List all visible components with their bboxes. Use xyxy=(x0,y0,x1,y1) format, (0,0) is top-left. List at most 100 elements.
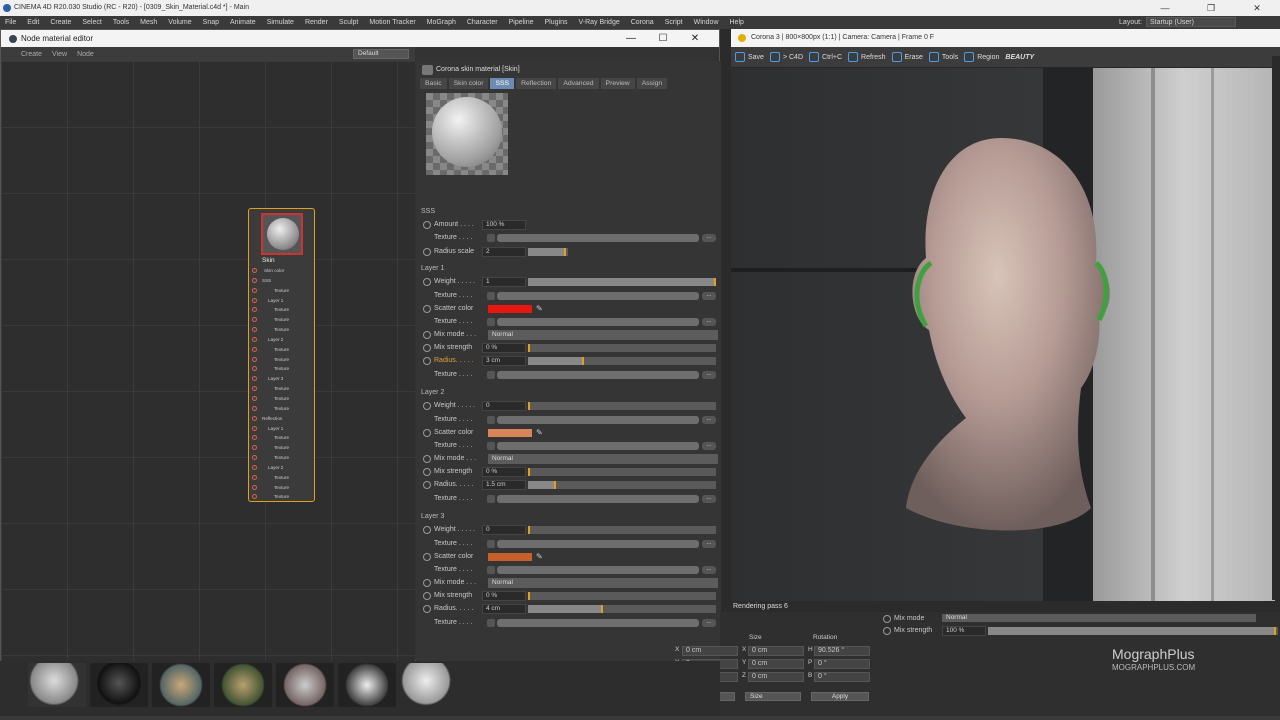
layer3-texture-toggle[interactable] xyxy=(487,619,495,627)
layer3-scatter-color-swatch[interactable] xyxy=(488,553,532,561)
node-editor-close-button[interactable]: ✕ xyxy=(679,30,711,47)
render-tool-c4d[interactable]: > C4D xyxy=(769,52,803,62)
menu-window[interactable]: Window xyxy=(694,19,719,26)
layer1-mix-strength-field[interactable]: 0 % xyxy=(482,343,526,353)
layer2-mix-mode-dropdown[interactable]: Normal xyxy=(488,454,718,464)
layer1-texture-toggle[interactable] xyxy=(487,371,495,379)
menu-v-ray-bridge[interactable]: V-Ray Bridge xyxy=(578,19,619,26)
layer2-texture-toggle[interactable] xyxy=(487,442,495,450)
layer3-texture-browse-button[interactable]: ... xyxy=(702,566,716,574)
layer2-texture-browse-button[interactable]: ... xyxy=(702,442,716,450)
port-connector-icon[interactable] xyxy=(252,297,257,303)
layer1-mix-strength-slider[interactable] xyxy=(528,344,716,352)
material-thumb-4[interactable] xyxy=(214,663,272,707)
lower-mix-strength-field[interactable]: 100 % xyxy=(942,626,986,636)
menu-node[interactable]: Node xyxy=(77,51,94,58)
port-connector-icon[interactable] xyxy=(252,287,257,293)
port-connector-icon[interactable] xyxy=(252,356,257,362)
layer1-texture-toggle[interactable] xyxy=(487,318,495,326)
layer2-scatter-animate-icon[interactable] xyxy=(423,429,431,437)
menu-view[interactable]: View xyxy=(52,51,67,58)
menu-create[interactable]: Create xyxy=(21,51,42,58)
layer1-texture-slot[interactable] xyxy=(497,292,699,300)
port-connector-icon[interactable] xyxy=(252,268,257,273)
menu-simulate[interactable]: Simulate xyxy=(267,19,294,26)
layer1-mixstr-animate-icon[interactable] xyxy=(423,344,431,352)
layer3-mix-strength-slider[interactable] xyxy=(528,592,716,600)
layer2-radius-animate-icon[interactable] xyxy=(423,481,431,489)
lower-mix-mode-dropdown[interactable]: Normal xyxy=(942,614,1256,622)
port-connector-icon[interactable] xyxy=(252,366,257,372)
layer2-mixstr-animate-icon[interactable] xyxy=(423,468,431,476)
tab-skin-color[interactable]: Skin color xyxy=(448,78,489,89)
menu-corona[interactable]: Corona xyxy=(631,19,654,26)
menu-script[interactable]: Script xyxy=(665,19,683,26)
layer2-texture-browse-button[interactable]: ... xyxy=(702,416,716,424)
layer1-weight-animate-icon[interactable] xyxy=(423,278,431,286)
coord-rotation-field[interactable]: 90.526 ° xyxy=(814,646,870,656)
lower-mix-strength-slider[interactable] xyxy=(988,627,1278,635)
layer2-eyedropper-icon[interactable]: ✎ xyxy=(536,428,543,437)
port-connector-icon[interactable] xyxy=(252,425,257,431)
render-tool-erase[interactable]: Erase xyxy=(891,52,923,62)
layer1-texture-browse-button[interactable]: ... xyxy=(702,318,716,326)
layer2-radius-slider[interactable] xyxy=(528,481,716,489)
layer2-weight-slider[interactable] xyxy=(528,402,716,410)
port-connector-icon[interactable] xyxy=(252,484,257,490)
menu-plugins[interactable]: Plugins xyxy=(545,19,568,26)
layer1-texture-toggle[interactable] xyxy=(487,292,495,300)
close-button[interactable]: ✕ xyxy=(1234,0,1280,16)
layer1-scatter-color-swatch[interactable] xyxy=(488,305,532,313)
layer1-radius-animate-icon[interactable] xyxy=(423,357,431,365)
render-tool-region[interactable]: Region xyxy=(964,52,999,62)
radius-scale-slider[interactable] xyxy=(528,248,568,256)
layer3-mixmode-animate-icon[interactable] xyxy=(423,579,431,587)
layer3-texture-browse-button[interactable]: ... xyxy=(702,540,716,548)
menu-mograph[interactable]: MoGraph xyxy=(427,19,456,26)
layer1-eyedropper-icon[interactable]: ✎ xyxy=(536,304,543,313)
material-thumb-5[interactable] xyxy=(276,663,334,707)
port-connector-icon[interactable] xyxy=(252,415,257,421)
layer3-mix-strength-field[interactable]: 0 % xyxy=(482,591,526,601)
node-editor-maximize-button[interactable]: ☐ xyxy=(647,30,679,47)
layer3-texture-toggle[interactable] xyxy=(487,566,495,574)
coord-size-field[interactable]: 0 cm xyxy=(748,646,804,656)
sss-texture-slot[interactable] xyxy=(497,234,699,242)
material-thumb-6[interactable] xyxy=(338,663,396,707)
amount-animate-icon[interactable] xyxy=(423,221,431,229)
menu-snap[interactable]: Snap xyxy=(203,19,219,26)
layer3-radius-field[interactable]: 4 cm xyxy=(482,604,526,614)
tab-sss[interactable]: SSS xyxy=(490,78,515,89)
render-tool-ctrl-c[interactable]: Ctrl+C xyxy=(809,52,842,62)
menu-sculpt[interactable]: Sculpt xyxy=(339,19,358,26)
layer2-weight-animate-icon[interactable] xyxy=(423,402,431,410)
menu-pipeline[interactable]: Pipeline xyxy=(509,19,534,26)
port-connector-icon[interactable] xyxy=(252,277,257,283)
menu-help[interactable]: Help xyxy=(730,19,744,26)
menu-mesh[interactable]: Mesh xyxy=(140,19,157,26)
preset-dropdown[interactable]: Default xyxy=(353,49,409,59)
menu-tools[interactable]: Tools xyxy=(113,19,129,26)
layer2-mix-strength-slider[interactable] xyxy=(528,468,716,476)
port-connector-icon[interactable] xyxy=(252,376,257,382)
layer1-scatter-animate-icon[interactable] xyxy=(423,305,431,313)
radius-scale-animate-icon[interactable] xyxy=(423,248,431,256)
port-connector-icon[interactable] xyxy=(252,395,257,401)
menu-select[interactable]: Select xyxy=(82,19,101,26)
layer2-texture-toggle[interactable] xyxy=(487,495,495,503)
layer1-texture-slot[interactable] xyxy=(497,371,699,379)
menu-character[interactable]: Character xyxy=(467,19,498,26)
render-tool-refresh[interactable]: Refresh xyxy=(848,52,886,62)
render-view[interactable] xyxy=(731,68,1275,601)
coord-position-field[interactable]: 0 cm xyxy=(682,646,738,656)
port-connector-icon[interactable] xyxy=(252,307,257,313)
layer3-texture-slot[interactable] xyxy=(497,619,699,627)
node-graph-canvas[interactable]: Skin Skin color SSS Texture Layer 1 Texture T… xyxy=(1,61,415,661)
coord-rotation-field[interactable]: 0 ° xyxy=(814,659,870,669)
material-thumb-2[interactable] xyxy=(90,663,148,707)
node-editor-minimize-button[interactable]: — xyxy=(615,30,647,47)
menu-volume[interactable]: Volume xyxy=(168,19,191,26)
layer1-texture-browse-button[interactable]: ... xyxy=(702,292,716,300)
layer2-texture-slot[interactable] xyxy=(497,416,699,424)
tab-basic[interactable]: Basic xyxy=(420,78,447,89)
